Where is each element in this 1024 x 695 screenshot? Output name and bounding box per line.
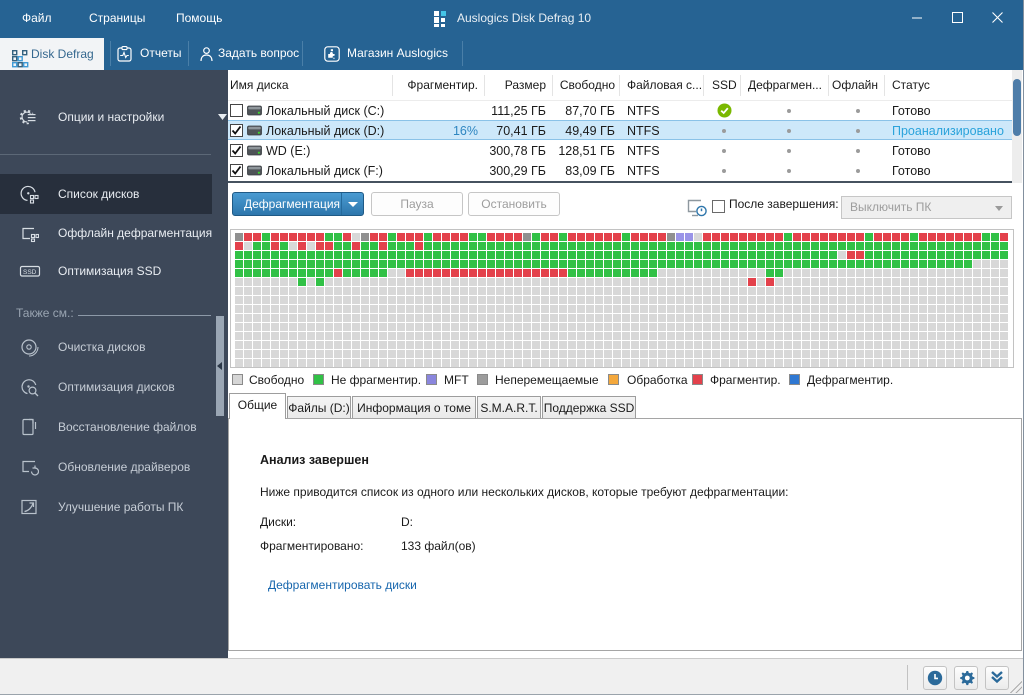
svg-text:SSD: SSD [23,269,37,276]
